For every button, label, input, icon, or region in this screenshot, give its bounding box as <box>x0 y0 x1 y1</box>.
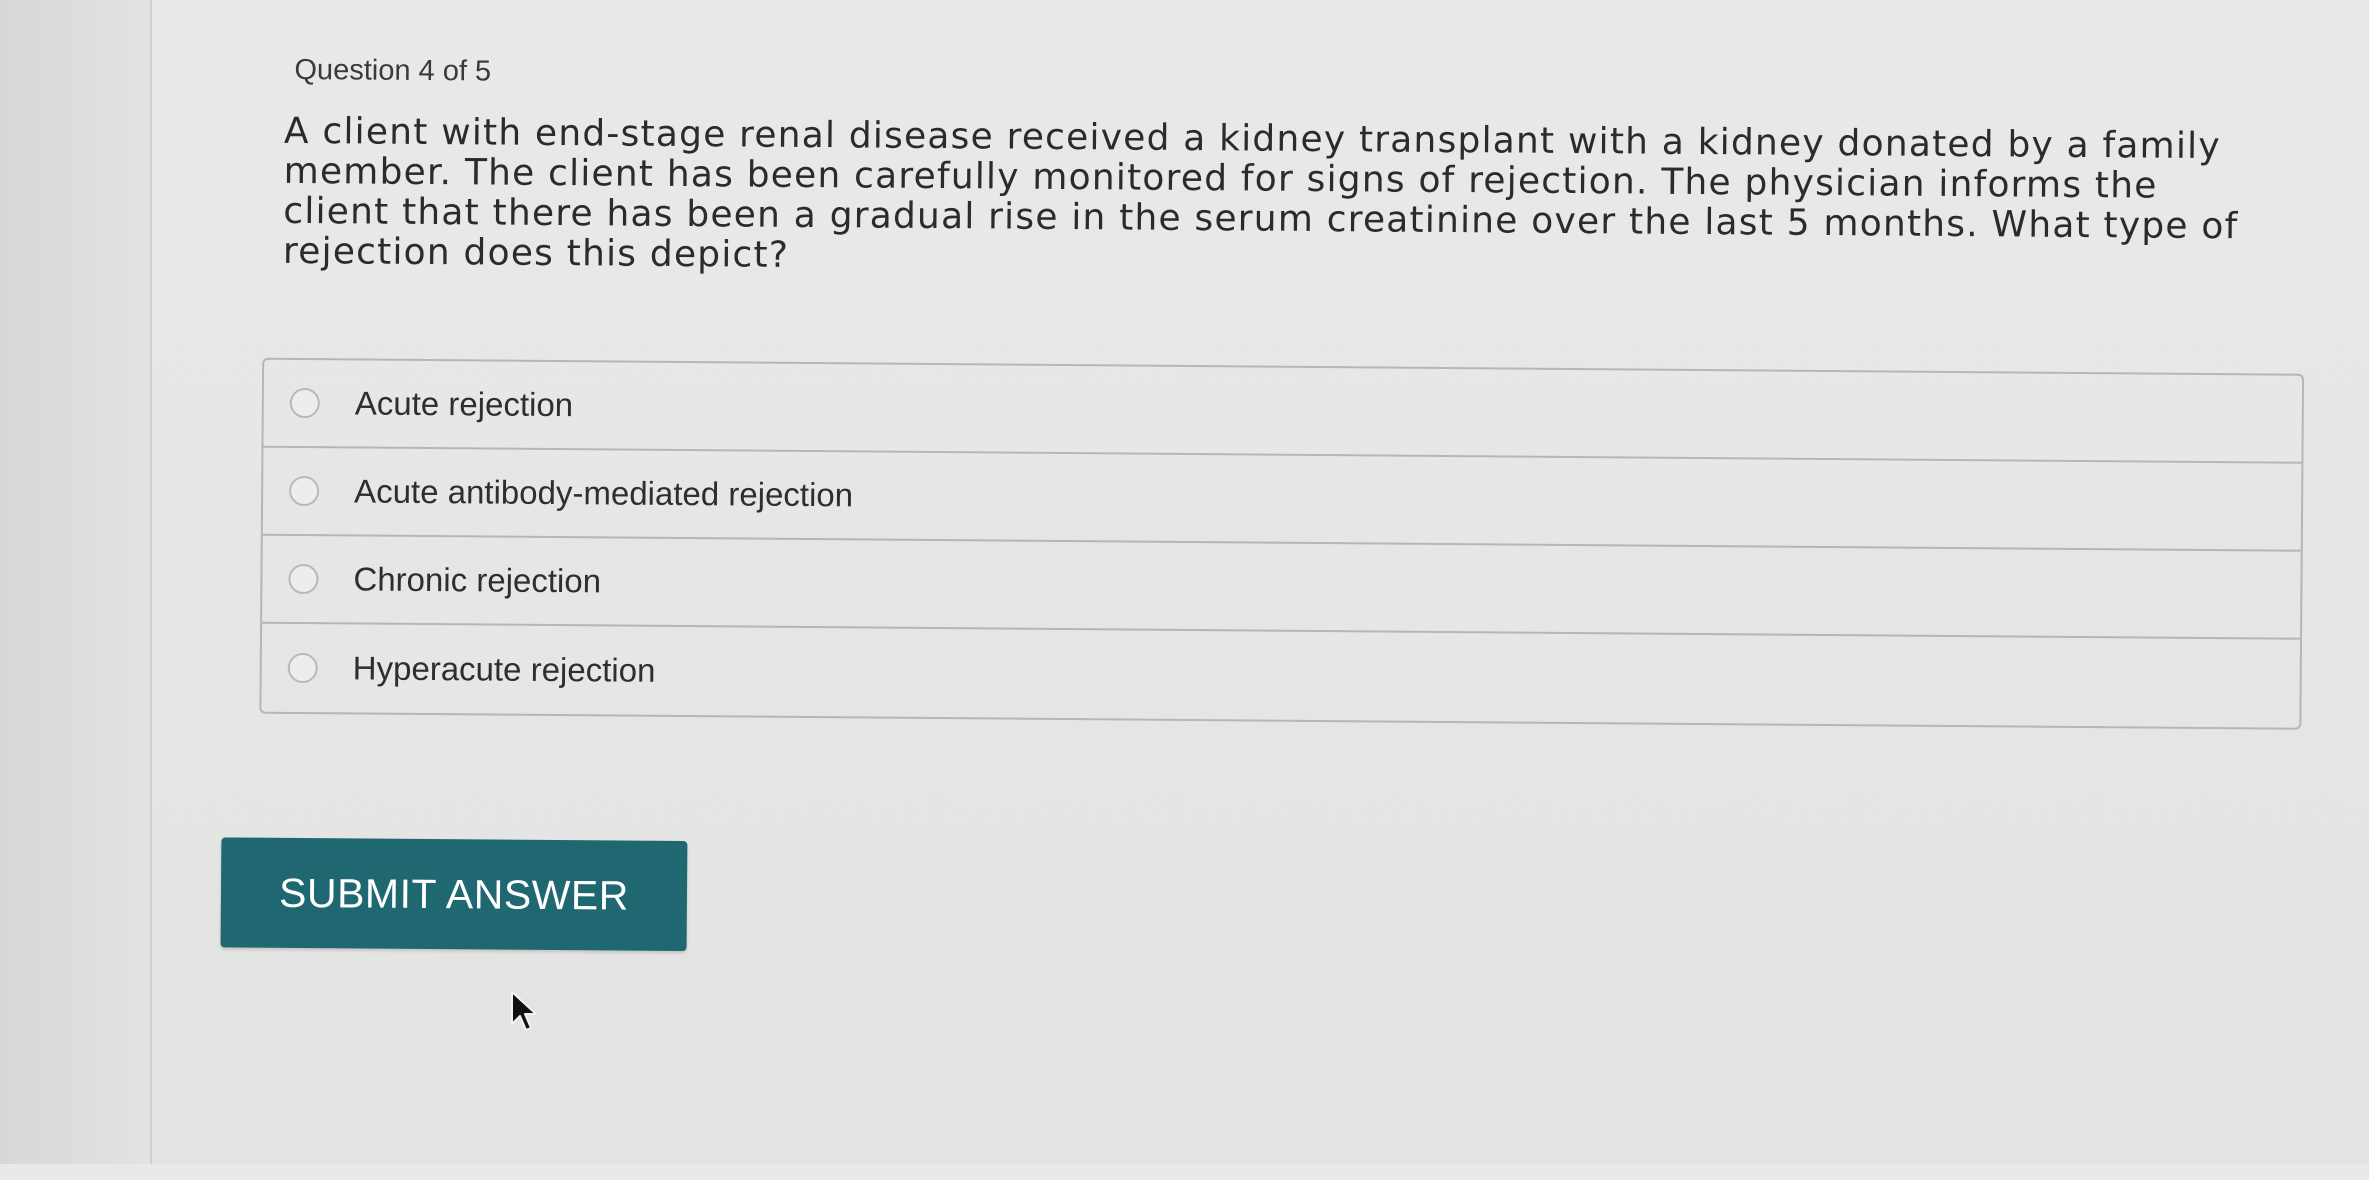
quiz-container: Question 4 of 5 A client with end-stage … <box>0 0 2369 1180</box>
option-chronic-rejection[interactable]: Chronic rejection <box>262 535 2301 640</box>
mouse-pointer-icon <box>511 991 537 1031</box>
option-label: Acute antibody-mediated rejection <box>354 472 854 514</box>
radio-button-icon[interactable] <box>289 475 320 507</box>
option-label: Acute rejection <box>354 384 574 424</box>
option-acute-rejection[interactable]: Acute rejection <box>263 359 2303 464</box>
question-counter: Question 4 of 5 <box>294 53 492 88</box>
radio-button-icon[interactable] <box>289 387 320 419</box>
question-text: A client with end-stage renal disease re… <box>282 110 2239 276</box>
option-acute-antibody-mediated-rejection[interactable]: Acute antibody-mediated rejection <box>262 447 2302 552</box>
radio-button-icon[interactable] <box>287 652 318 684</box>
answer-options: Acute rejection Acute antibody-mediated … <box>259 357 2305 730</box>
option-hyperacute-rejection[interactable]: Hyperacute rejection <box>261 624 2300 728</box>
option-label: Chronic rejection <box>353 560 602 600</box>
submit-answer-button[interactable]: SUBMIT ANSWER <box>220 837 688 952</box>
radio-button-icon[interactable] <box>288 563 319 595</box>
option-label: Hyperacute rejection <box>352 649 656 689</box>
